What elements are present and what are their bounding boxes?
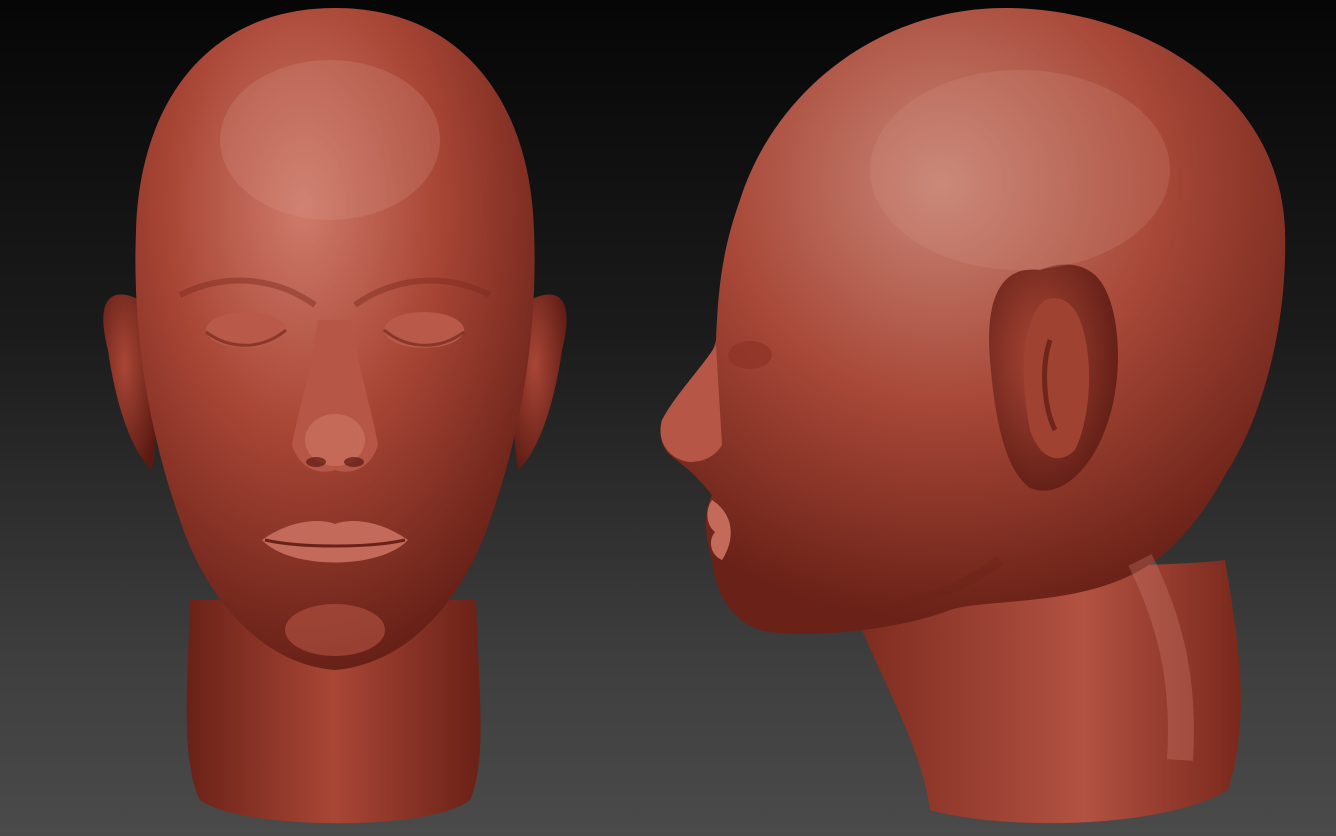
front-right-eye	[384, 312, 464, 348]
front-left-eye	[206, 312, 286, 348]
viewport-canvas[interactable]	[0, 0, 1336, 836]
render-scene	[103, 8, 1286, 824]
side-eye	[728, 341, 772, 369]
side-nose	[660, 345, 722, 462]
front-chin	[285, 604, 385, 656]
front-head-model[interactable]	[103, 8, 567, 824]
side-head-model[interactable]	[660, 8, 1286, 824]
